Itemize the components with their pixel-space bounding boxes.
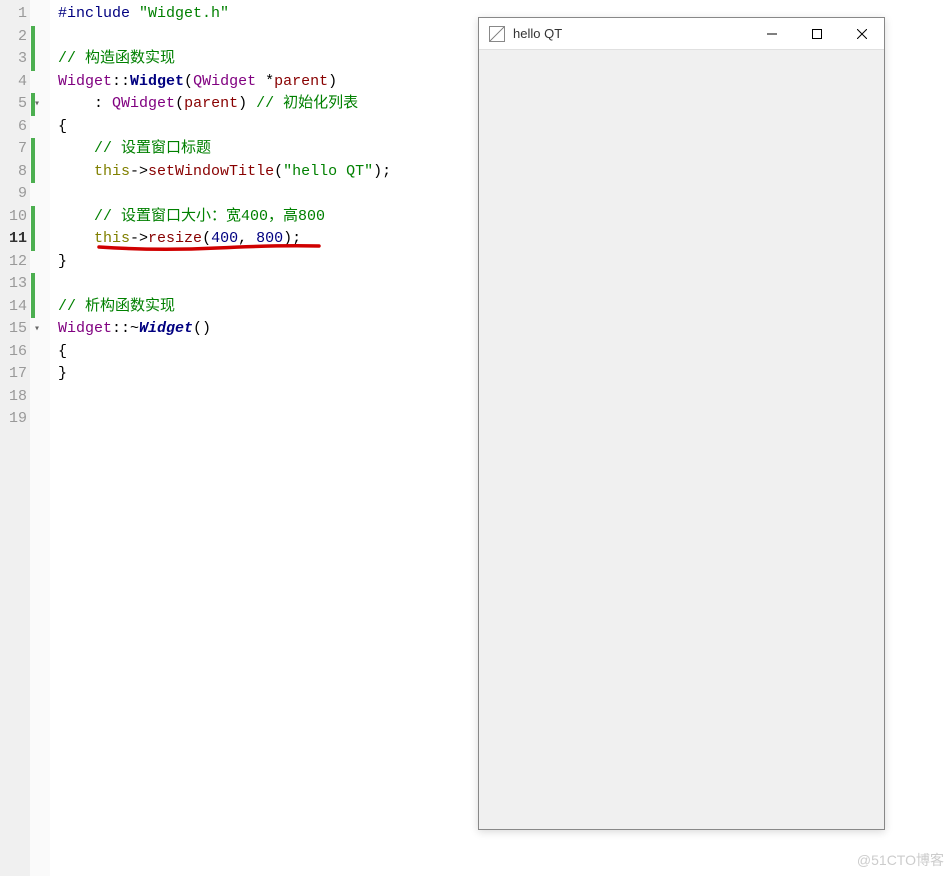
line-number: 19 <box>0 408 27 431</box>
line-number: 16 <box>0 341 27 364</box>
line-number: 7 <box>0 138 27 161</box>
line-number: 3 <box>0 48 27 71</box>
line-number: 5 <box>0 93 27 116</box>
line-number-gutter: 12345678910111213141516171819 <box>0 0 30 876</box>
code-line: } <box>58 251 465 274</box>
code-line: // 构造函数实现 <box>58 48 465 71</box>
maximize-button[interactable] <box>794 18 839 50</box>
code-line: // 析构函数实现 <box>58 296 465 319</box>
line-number: 12 <box>0 251 27 274</box>
line-number: 13 <box>0 273 27 296</box>
line-number: 8 <box>0 161 27 184</box>
minimize-button[interactable] <box>749 18 794 50</box>
code-line: // 设置窗口标题 <box>58 138 465 161</box>
code-line: Widget::Widget(QWidget *parent) <box>58 71 465 94</box>
code-line: Widget::~Widget() <box>58 318 465 341</box>
code-line: { <box>58 341 465 364</box>
code-editor[interactable]: 12345678910111213141516171819 ▾▾ #includ… <box>0 0 465 876</box>
line-number: 10 <box>0 206 27 229</box>
code-line: this->resize(400, 800); <box>58 228 465 251</box>
line-number: 4 <box>0 71 27 94</box>
code-line: // 设置窗口大小：宽400，高800 <box>58 206 465 229</box>
change-marker <box>31 93 35 116</box>
line-number: 14 <box>0 296 27 319</box>
code-line: #include "Widget.h" <box>58 3 465 26</box>
window-titlebar[interactable]: hello QT <box>479 18 884 50</box>
change-marker <box>31 206 35 251</box>
window-controls <box>749 18 884 50</box>
line-number: 9 <box>0 183 27 206</box>
change-marker <box>31 26 35 71</box>
code-line: { <box>58 116 465 139</box>
change-marker <box>31 138 35 183</box>
window-title: hello QT <box>513 26 749 41</box>
line-number: 6 <box>0 116 27 139</box>
code-line <box>58 26 465 49</box>
code-line: this->setWindowTitle("hello QT"); <box>58 161 465 184</box>
code-line <box>58 408 465 431</box>
watermark: @51CTO博客 <box>857 850 944 870</box>
line-number: 11 <box>0 228 27 251</box>
change-marker <box>31 273 35 318</box>
code-line: : QWidget(parent) // 初始化列表 <box>58 93 465 116</box>
code-line <box>58 183 465 206</box>
app-icon <box>489 26 505 42</box>
fold-bar: ▾▾ <box>30 0 50 876</box>
line-number: 17 <box>0 363 27 386</box>
line-number: 15 <box>0 318 27 341</box>
code-line: } <box>58 363 465 386</box>
close-button[interactable] <box>839 18 884 50</box>
code-area[interactable]: #include "Widget.h" // 构造函数实现 Widget::Wi… <box>50 0 465 876</box>
fold-toggle-icon[interactable]: ▾ <box>34 323 40 335</box>
line-number: 1 <box>0 3 27 26</box>
code-line <box>58 273 465 296</box>
line-number: 18 <box>0 386 27 409</box>
code-line <box>58 386 465 409</box>
app-window: hello QT <box>478 17 885 830</box>
window-body <box>479 50 884 829</box>
line-number: 2 <box>0 26 27 49</box>
